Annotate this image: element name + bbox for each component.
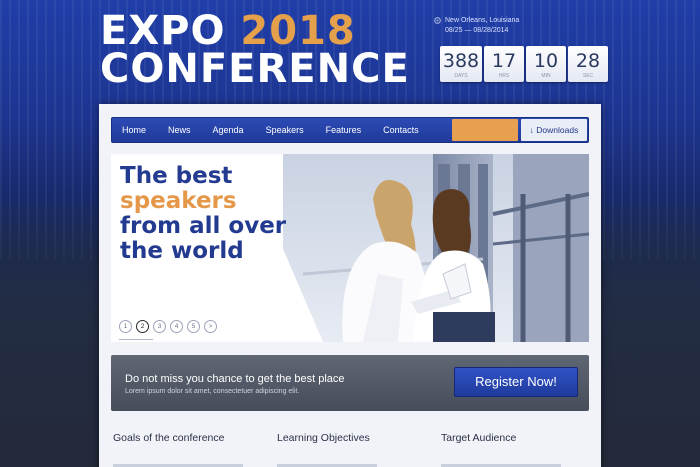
logo-line-1: EXPO 2018	[100, 11, 410, 51]
hero-line-2: speakers	[120, 188, 237, 214]
location-pin-icon	[434, 16, 441, 24]
countdown-hours: 17 hrs	[484, 46, 524, 82]
countdown-value: 388	[442, 50, 480, 72]
main-panel: Home News Agenda Speakers Features Conta…	[99, 104, 601, 467]
pagination-page-2[interactable]: 2	[136, 320, 149, 333]
countdown-label: hrs	[498, 73, 510, 79]
cta-subtitle: Lorem ipsum dolor sit amet, consectetuer…	[125, 388, 300, 395]
pagination-page-4[interactable]: 4	[170, 320, 183, 333]
learning-objectives-heading: Learning Objectives	[277, 432, 370, 444]
countdown-seconds: 28 sec	[568, 46, 608, 82]
countdown-label: sec	[582, 73, 594, 79]
hero-line-3: from all over	[120, 213, 287, 239]
pagination-page-5[interactable]: 5	[187, 320, 200, 333]
countdown-minutes: 10 min	[526, 46, 566, 82]
downloads-button[interactable]: ↓ Downloads	[521, 119, 587, 141]
pagination-next-button[interactable]: >	[204, 320, 217, 333]
nav-item-speakers[interactable]: Speakers	[255, 118, 315, 142]
countdown-timer: 388 days 17 hrs 10 min 28 sec	[440, 46, 608, 82]
logo-conference: CONFERENCE	[100, 46, 410, 92]
hero-line-4: the world	[120, 238, 244, 264]
nav-item-features[interactable]: Features	[315, 118, 373, 142]
pagination-page-3[interactable]: 3	[153, 320, 166, 333]
cta-title: Do not miss you chance to get the best p…	[125, 373, 345, 385]
nav-item-contacts[interactable]: Contacts	[372, 118, 430, 142]
hero-headline: The best speakers from all over the worl…	[120, 164, 286, 264]
target-audience-heading: Target Audience	[441, 432, 517, 444]
register-now-button[interactable]: Register Now!	[454, 367, 578, 397]
countdown-label: min	[541, 73, 551, 79]
hero-slider: The best speakers from all over the worl…	[111, 154, 589, 342]
hero-speakers-photo	[283, 154, 589, 342]
nav-item-news[interactable]: News	[157, 118, 202, 142]
slider-pagination: 1 2 3 4 5 >	[119, 320, 217, 333]
countdown-value: 17	[491, 50, 517, 72]
logo[interactable]: EXPO 2018 CONFERENCE	[100, 11, 410, 92]
main-nav: Home News Agenda Speakers Features Conta…	[111, 117, 589, 143]
countdown-label: days	[454, 73, 468, 79]
nav-highlight-button[interactable]	[452, 119, 518, 141]
nav-item-home[interactable]: Home	[112, 118, 157, 142]
hero-line-1: The best	[120, 163, 233, 189]
register-cta-bar: Do not miss you chance to get the best p…	[111, 355, 589, 411]
event-dates: 08/25 — 08/28/2014	[445, 27, 509, 34]
countdown-days: 388 days	[440, 46, 482, 82]
event-location: New Orleans, Louisiana	[445, 17, 520, 24]
goals-heading: Goals of the conference	[113, 432, 225, 444]
nav-item-agenda[interactable]: Agenda	[202, 118, 255, 142]
countdown-value: 28	[575, 50, 601, 72]
pagination-underline	[119, 339, 153, 340]
event-info: New Orleans, Louisiana 08/25 — 08/28/201…	[434, 16, 519, 36]
countdown-value: 10	[533, 50, 559, 72]
pagination-page-1[interactable]: 1	[119, 320, 132, 333]
